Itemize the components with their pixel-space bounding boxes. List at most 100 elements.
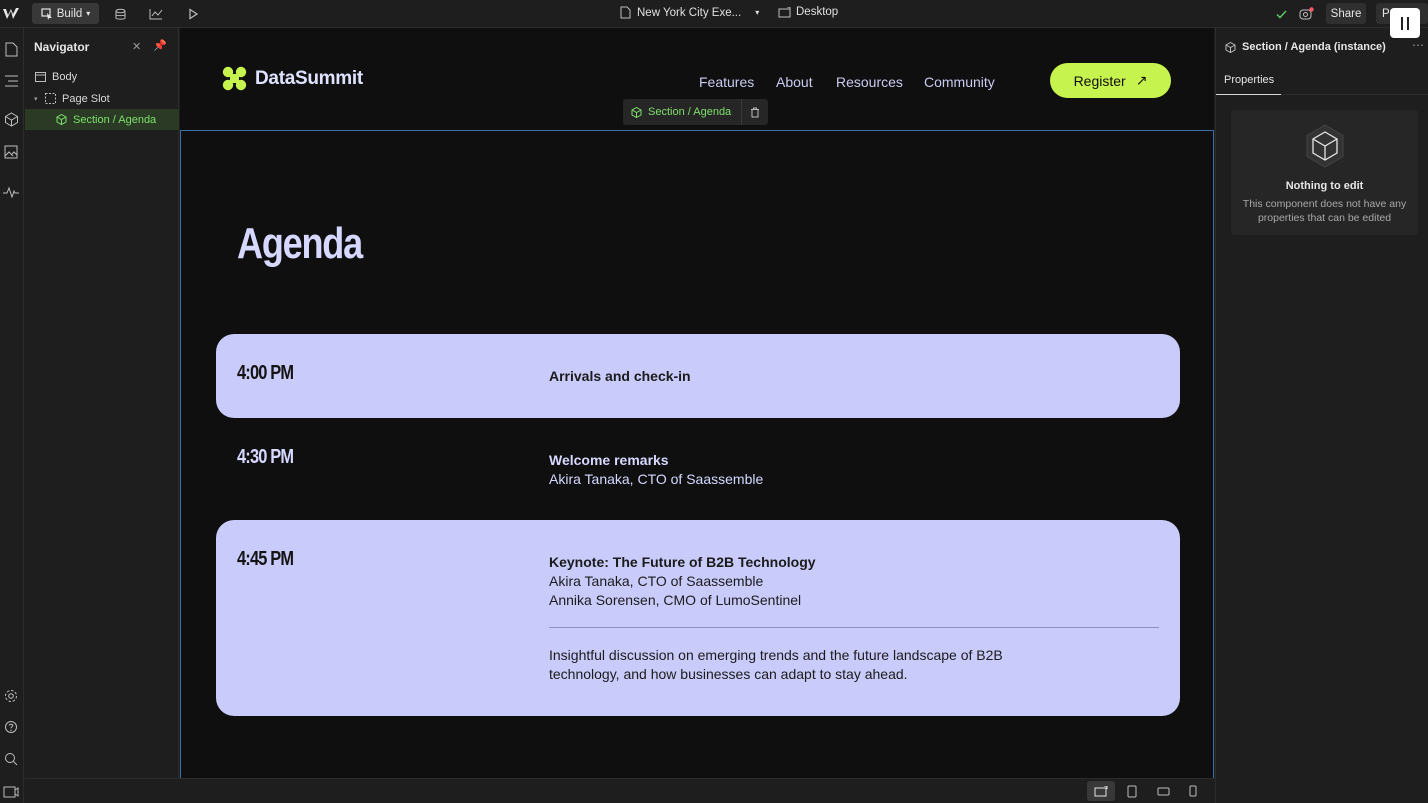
empty-state-description: This component does not have any propert…	[1242, 198, 1407, 224]
cms-database-icon[interactable]	[112, 6, 128, 22]
page-name: New York City Exe...	[637, 6, 742, 19]
bottom-bar	[25, 778, 1215, 803]
agenda-item[interactable]: 4:00 PM Arrivals and check-in	[216, 334, 1180, 418]
tab-properties[interactable]: Properties	[1216, 68, 1281, 95]
settings-gear-icon[interactable]	[2, 687, 20, 705]
search-icon[interactable]	[2, 750, 20, 768]
agenda-divider	[549, 627, 1159, 628]
tree-item-section-agenda[interactable]: Section / Agenda	[25, 109, 179, 130]
help-icon[interactable]	[2, 718, 20, 736]
navigator-title: Navigator	[34, 40, 90, 54]
share-button[interactable]: Share	[1326, 3, 1366, 24]
panel-tabs: Properties	[1216, 68, 1428, 95]
mobile-portrait-icon[interactable]	[1184, 783, 1202, 799]
register-button[interactable]: Register ↗	[1050, 63, 1171, 98]
collaborators-icon[interactable]	[1298, 6, 1314, 22]
desktop-breakpoint-icon	[778, 6, 791, 17]
webflow-logo-icon[interactable]	[2, 6, 20, 22]
selected-element-tag[interactable]: Section / Agenda	[623, 99, 769, 125]
section-agenda[interactable]: Agenda 4:00 PM Arrivals and check-in 4:3…	[180, 130, 1214, 778]
trash-icon[interactable]	[742, 107, 768, 118]
component-instance-icon	[631, 106, 642, 118]
pin-icon[interactable]: 📌	[153, 39, 167, 52]
agenda-item[interactable]: 4:45 PM Keynote: The Future of B2B Techn…	[216, 520, 1180, 716]
right-panel: Section / Agenda (instance) ⋯ Properties…	[1215, 28, 1428, 803]
pages-icon[interactable]	[2, 40, 20, 58]
video-tutorials-icon[interactable]	[2, 782, 20, 800]
agenda-time: 4:45 PM	[237, 548, 294, 570]
register-label: Register	[1073, 72, 1126, 89]
designer-app: Build ▾ New York City Exe... ▾ Desktop S…	[0, 0, 1428, 803]
agenda-heading: Agenda	[237, 219, 363, 268]
top-bar: Build ▾ New York City Exe... ▾ Desktop S…	[0, 0, 1428, 28]
page-document-icon	[620, 6, 631, 19]
empty-state-title: Nothing to edit	[1285, 180, 1364, 192]
tree-item-label: Section / Agenda	[73, 113, 157, 126]
agenda-event-title: Arrivals and check-in	[549, 368, 691, 384]
breakpoint-selector[interactable]: Desktop	[778, 6, 838, 18]
agenda-description-line: technology, and how businesses can adapt…	[549, 666, 908, 682]
design-canvas[interactable]: DataSummit Features About Resources Comm…	[180, 28, 1214, 778]
build-mode-button[interactable]: Build ▾	[32, 3, 99, 24]
components-icon[interactable]	[2, 110, 20, 128]
activity-pulse-icon[interactable]	[2, 183, 20, 201]
agenda-details: Keynote: The Future of B2B Technology Ak…	[549, 553, 1159, 684]
device-label: Desktop	[796, 6, 839, 18]
preview-play-icon[interactable]	[185, 6, 201, 22]
agenda-speaker: Akira Tanaka, CTO of Saassemble	[549, 573, 764, 589]
nav-link-about[interactable]: About	[776, 74, 813, 90]
mobile-landscape-icon[interactable]	[1154, 783, 1172, 799]
site-header: DataSummit Features About Resources Comm…	[180, 28, 1214, 130]
agenda-details: Arrivals and check-in	[549, 367, 691, 386]
panel-header: Section / Agenda (instance)	[1225, 41, 1386, 53]
agenda-description-line: Insightful discussion on emerging trends…	[549, 647, 1003, 663]
tablet-breakpoint-icon[interactable]	[1123, 783, 1141, 799]
tree-item-body[interactable]: Body	[25, 66, 179, 87]
pause-recording-button[interactable]	[1390, 8, 1420, 38]
pause-bar-icon	[1407, 16, 1409, 30]
tree-item-label: Body	[52, 70, 78, 83]
more-options-icon[interactable]: ⋯	[1412, 38, 1424, 52]
component-instance-icon	[55, 114, 67, 126]
selected-element-label[interactable]: Section / Agenda	[623, 99, 743, 125]
body-element-icon	[34, 71, 46, 83]
agenda-time: 4:30 PM	[237, 446, 294, 468]
tree-item-page-slot[interactable]: ▾ Page Slot	[25, 88, 179, 109]
navigator-icon[interactable]	[2, 72, 20, 90]
brand-name: DataSummit	[255, 67, 363, 89]
agenda-event-title: Welcome remarks	[549, 452, 669, 468]
cursor-icon	[41, 7, 52, 20]
slot-dashed-icon	[44, 93, 56, 105]
agenda-time: 4:00 PM	[237, 362, 294, 384]
brand-logo[interactable]: DataSummit	[222, 66, 363, 91]
agenda-speaker: Annika Sorensen, CMO of LumoSentinel	[549, 592, 802, 608]
left-toolbar	[0, 28, 24, 803]
datasummit-logo-icon	[222, 66, 247, 91]
selected-element-name: Section / Agenda	[648, 106, 732, 118]
build-mode-label: Build	[56, 7, 83, 20]
empty-state-card: Nothing to edit This component does not …	[1231, 110, 1418, 235]
arrow-up-right-icon: ↗	[1135, 72, 1148, 88]
page-selector[interactable]: New York City Exe... ▾	[620, 6, 759, 19]
agenda-event-title: Keynote: The Future of B2B Technology	[549, 554, 816, 570]
chevron-down-icon: ▾	[86, 9, 91, 18]
tree-item-label: Page Slot	[62, 92, 110, 105]
nav-link-resources[interactable]: Resources	[836, 74, 903, 90]
pause-bar-icon	[1401, 16, 1403, 30]
panel-header-label: Section / Agenda (instance)	[1242, 41, 1386, 53]
caret-down-icon: ▾	[34, 95, 38, 103]
chevron-down-icon: ▾	[755, 8, 760, 17]
agenda-speaker: Akira Tanaka, CTO of Saassemble	[549, 471, 764, 487]
assets-image-icon[interactable]	[2, 143, 20, 161]
nav-link-features[interactable]: Features	[699, 74, 754, 90]
component-box-icon	[1306, 124, 1344, 168]
agenda-details: Welcome remarks Akira Tanaka, CTO of Saa…	[549, 451, 763, 489]
checkmark-icon	[1273, 6, 1289, 22]
desktop-breakpoint-icon[interactable]	[1087, 781, 1115, 801]
analytics-chart-icon[interactable]	[148, 6, 164, 22]
nav-link-community[interactable]: Community	[924, 74, 995, 90]
collapse-icon[interactable]: ✕	[132, 40, 141, 53]
agenda-item[interactable]: 4:30 PM Welcome remarks Akira Tanaka, CT…	[216, 418, 1180, 520]
component-instance-icon	[1225, 41, 1236, 53]
navigator-panel: Navigator ✕ 📌 Body ▾ Page Slot Section /…	[25, 28, 179, 778]
